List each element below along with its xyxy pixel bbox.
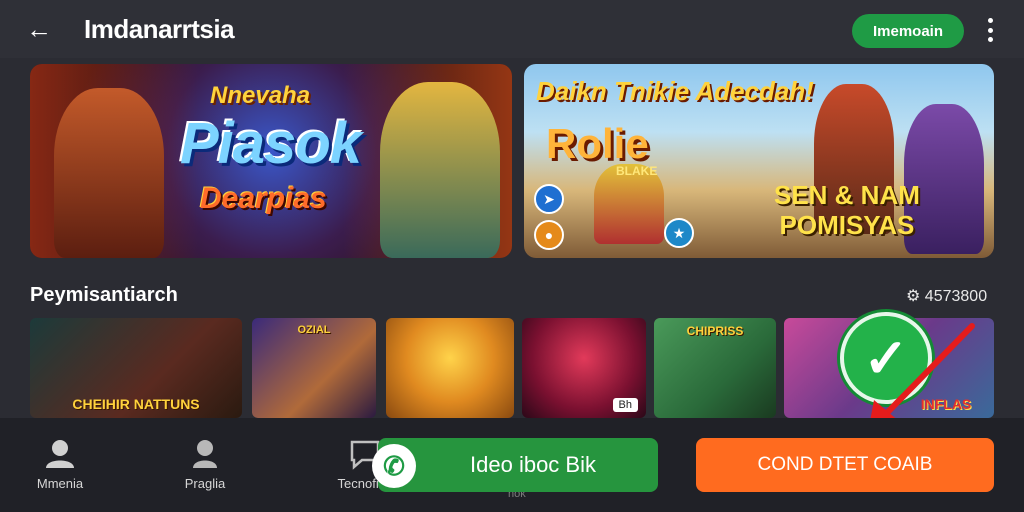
banner-right-bottom-line-1: SEN & NAM bbox=[774, 180, 920, 210]
thumbnail-label: CHEIHIR NATTUNS bbox=[72, 396, 200, 412]
banner-hero-figure bbox=[54, 88, 164, 258]
section-count: ⚙ 4573800 bbox=[906, 288, 988, 305]
thumbnail-tag: Bh bbox=[612, 398, 638, 412]
orange-action-button[interactable]: COND DTET COAIB bbox=[696, 438, 994, 492]
game-thumbnail[interactable] bbox=[386, 318, 514, 418]
thumbnail-label: OZIAL bbox=[297, 324, 331, 336]
header-pill-button[interactable]: Imemoain bbox=[852, 14, 964, 48]
banner-right-bottom-line-2: POMISYAS bbox=[779, 210, 915, 240]
phone-icon: ✆ bbox=[372, 444, 416, 488]
app-title: Imdanarrtsia bbox=[84, 14, 235, 44]
banner-right-small-text: BLAKE bbox=[616, 164, 658, 178]
banner-badge-icon[interactable]: ➤ bbox=[534, 184, 564, 214]
user-icon bbox=[193, 440, 217, 468]
banner-warrior-figure bbox=[380, 82, 500, 258]
banner-shop-icon[interactable]: ● bbox=[534, 220, 564, 250]
section-title: Peymisantiarch bbox=[30, 284, 178, 306]
banner-left-subtitle-2: Dearpias bbox=[200, 182, 327, 215]
banner-left-subtitle: Nnevaha bbox=[210, 82, 311, 109]
banner-right-title: Rolie bbox=[546, 120, 649, 167]
banner-reward-icon[interactable]: ★ bbox=[664, 218, 694, 248]
game-thumbnail[interactable]: CHEIHIR NATTUNS bbox=[30, 318, 242, 418]
section-count-value: 4573800 bbox=[924, 288, 988, 305]
back-arrow-icon[interactable]: ← bbox=[22, 12, 56, 46]
green-action-button[interactable]: Ideo iboc Bik bbox=[378, 438, 658, 492]
banner-left-title: Piasok bbox=[180, 111, 362, 176]
account-icon bbox=[46, 440, 74, 468]
game-thumbnail[interactable]: Bh bbox=[522, 318, 646, 418]
featured-banner-right[interactable]: Daikn Tnikie Adecdah! Rolie BLAKE SEN & … bbox=[524, 64, 994, 258]
thumbnail-label: CHIPRISS bbox=[686, 324, 744, 338]
nav-label: Mmenia bbox=[36, 476, 84, 491]
banner-right-bottom-text: SEN & NAM POMISYAS bbox=[774, 180, 920, 240]
more-menu-icon[interactable] bbox=[980, 15, 1000, 45]
nav-item-mmenia[interactable]: Mmenia bbox=[15, 436, 105, 491]
nav-label: Praglia bbox=[184, 476, 226, 491]
featured-banner-left[interactable]: Nnevaha Piasok Dearpias bbox=[30, 64, 512, 258]
game-thumbnail[interactable]: OZIAL bbox=[252, 318, 376, 418]
game-thumbnail[interactable]: CHIPRISS bbox=[654, 318, 776, 418]
banner-right-tagline: Daikn Tnikie Adecdah! bbox=[536, 76, 814, 106]
nav-item-praglia[interactable]: Praglia bbox=[160, 436, 250, 491]
